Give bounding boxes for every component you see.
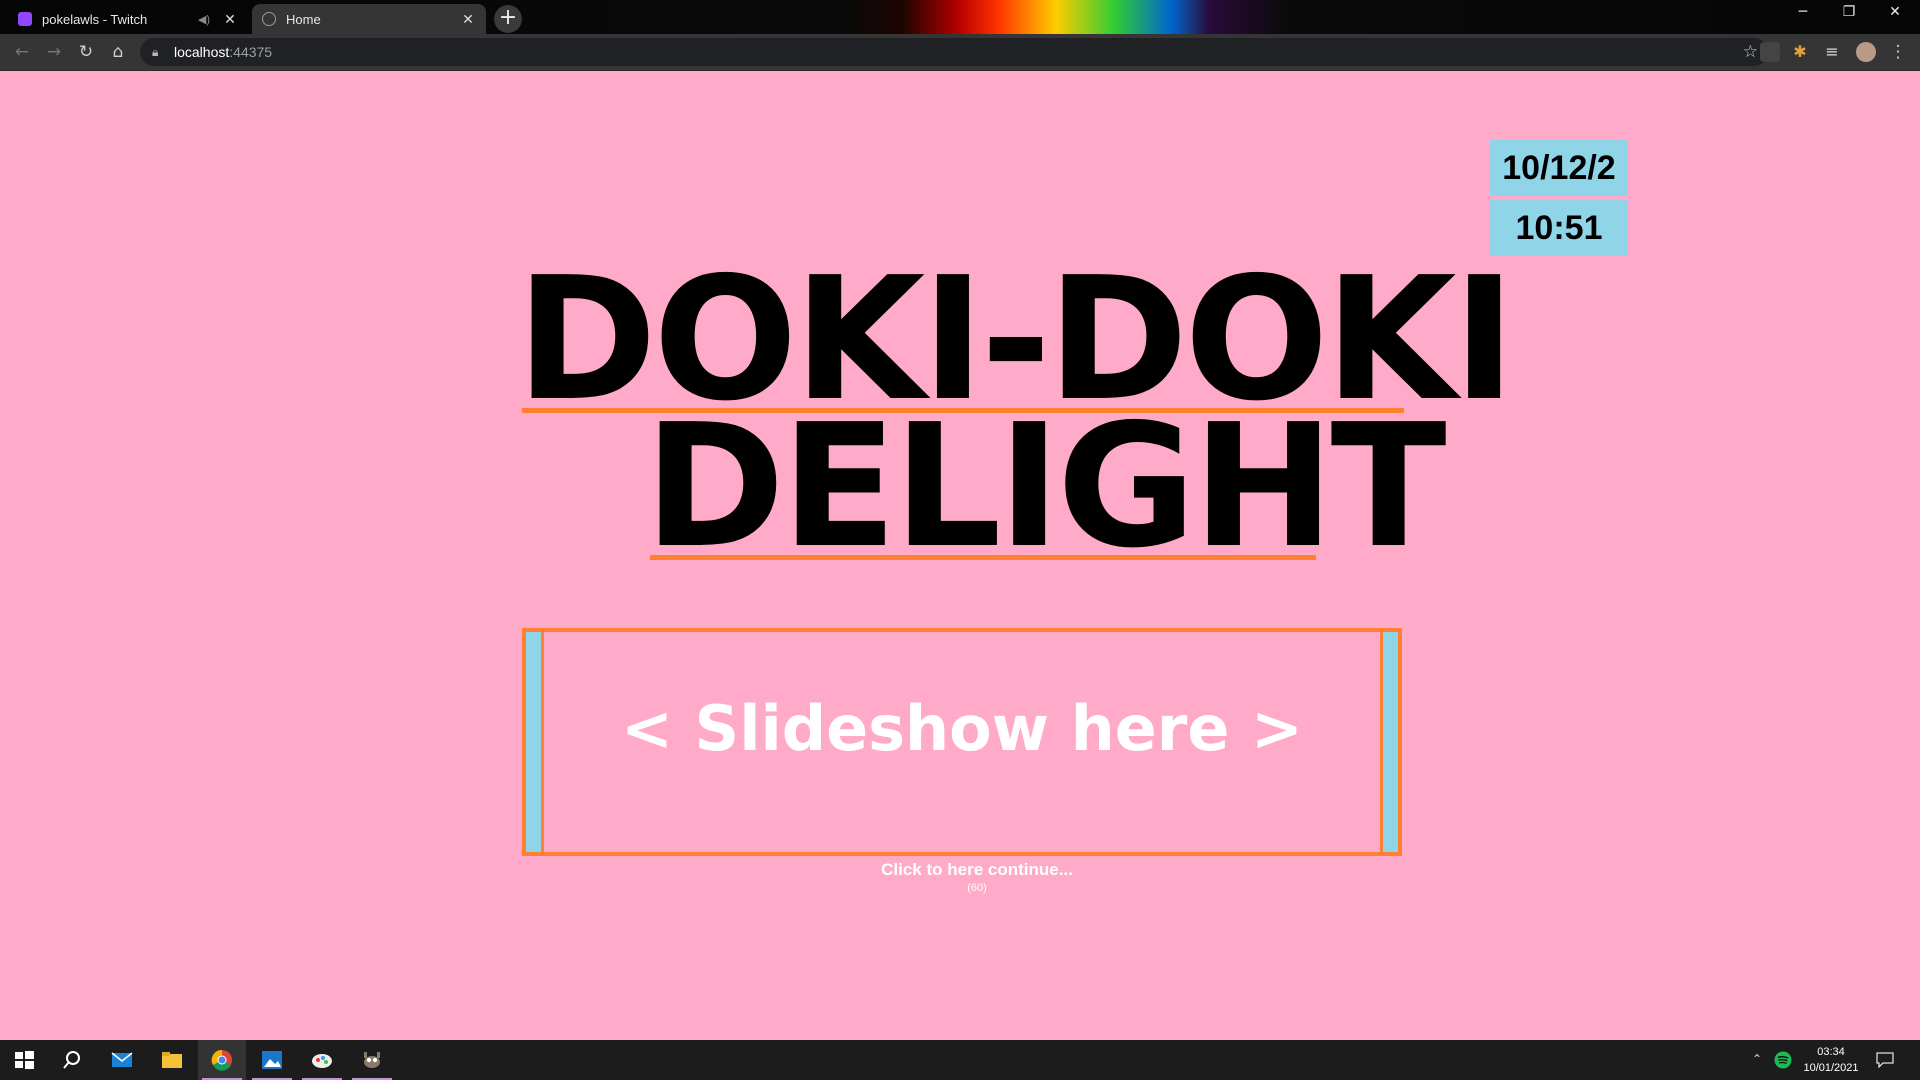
folder-icon bbox=[162, 1052, 182, 1068]
minimize-button[interactable]: ─ bbox=[1780, 4, 1826, 20]
countdown-text: (60) bbox=[967, 882, 987, 894]
browser-toolbar: ← → ↻ ⌂ 🔒︎ localhost:44375 ☆ ✱ ≡ ⋮ bbox=[0, 34, 1920, 71]
slideshow-frame[interactable]: < Slideshow here > bbox=[522, 628, 1402, 856]
taskbar-paint[interactable] bbox=[298, 1040, 346, 1080]
puzzle-icon[interactable]: ✱ bbox=[1790, 42, 1810, 62]
chevron-up-icon[interactable]: ⌃ bbox=[1752, 1052, 1762, 1066]
spotify-icon[interactable] bbox=[1774, 1051, 1792, 1069]
back-icon[interactable]: ← bbox=[10, 40, 34, 64]
mail-icon bbox=[111, 1052, 133, 1067]
date-display: 10/12/2 bbox=[1490, 140, 1628, 196]
search-button[interactable] bbox=[48, 1040, 96, 1080]
taskbar: ⌃ 03:34 10/01/2021 bbox=[0, 1040, 1920, 1080]
start-button[interactable] bbox=[0, 1040, 48, 1080]
taskbar-gimp[interactable] bbox=[348, 1040, 396, 1080]
notification-icon[interactable] bbox=[1876, 1052, 1894, 1068]
search-icon bbox=[63, 1051, 80, 1069]
new-tab-button[interactable]: + bbox=[494, 5, 522, 33]
taskbar-chrome[interactable] bbox=[198, 1040, 246, 1080]
tab-twitch[interactable]: pokelawls - Twitch ◀) ✕ bbox=[8, 4, 248, 34]
home-icon[interactable]: ⌂ bbox=[106, 40, 130, 64]
avatar[interactable] bbox=[1856, 42, 1876, 62]
gimp-icon bbox=[364, 1052, 380, 1068]
close-tab-icon[interactable]: ✕ bbox=[222, 11, 238, 28]
reading-list-icon[interactable]: ≡ bbox=[1822, 42, 1842, 62]
windows-icon bbox=[15, 1051, 34, 1069]
restore-button[interactable]: ❐ bbox=[1826, 4, 1872, 20]
extension-icon[interactable] bbox=[1760, 42, 1780, 62]
taskbar-clock[interactable]: 03:34 10/01/2021 bbox=[1796, 1044, 1866, 1076]
close-window-button[interactable]: ✕ bbox=[1872, 4, 1918, 20]
photos-icon bbox=[262, 1051, 282, 1069]
slideshow-placeholder-text: < Slideshow here > bbox=[621, 692, 1303, 765]
taskbar-mail[interactable] bbox=[98, 1040, 146, 1080]
tab-title: Home bbox=[286, 11, 321, 27]
clock-time: 03:34 bbox=[1817, 1046, 1845, 1058]
paint-icon bbox=[312, 1054, 332, 1068]
speaker-icon[interactable]: ◀) bbox=[198, 13, 210, 26]
taskbar-file-explorer[interactable] bbox=[148, 1040, 196, 1080]
taskbar-photos[interactable] bbox=[248, 1040, 296, 1080]
clock-date: 10/01/2021 bbox=[1803, 1062, 1859, 1074]
lock-icon[interactable]: 🔒︎ bbox=[152, 38, 158, 66]
chrome-icon bbox=[211, 1049, 232, 1071]
browser-title-bar: pokelawls - Twitch ◀) ✕ Home ✕ + ─ ❐ ✕ bbox=[0, 0, 1920, 34]
menu-icon[interactable]: ⋮ bbox=[1886, 40, 1910, 64]
tab-home[interactable]: Home ✕ bbox=[252, 4, 486, 34]
bookmark-star-icon[interactable]: ☆ bbox=[1743, 38, 1758, 66]
continue-link[interactable]: Click to here continue... bbox=[522, 860, 1432, 880]
globe-icon bbox=[262, 12, 276, 26]
tab-title: pokelawls - Twitch bbox=[42, 11, 148, 27]
address-bar[interactable]: 🔒︎ localhost:44375 ☆ bbox=[140, 38, 1768, 66]
address-host: localhost bbox=[174, 44, 230, 60]
title-underline-2 bbox=[650, 555, 1316, 560]
close-tab-icon[interactable]: ✕ bbox=[460, 11, 476, 28]
forward-icon[interactable]: → bbox=[42, 40, 66, 64]
address-port: :44375 bbox=[229, 44, 273, 60]
reload-icon[interactable]: ↻ bbox=[74, 40, 98, 64]
title-line-2: DELIGHT bbox=[644, 388, 1447, 586]
twitch-icon bbox=[18, 12, 32, 26]
